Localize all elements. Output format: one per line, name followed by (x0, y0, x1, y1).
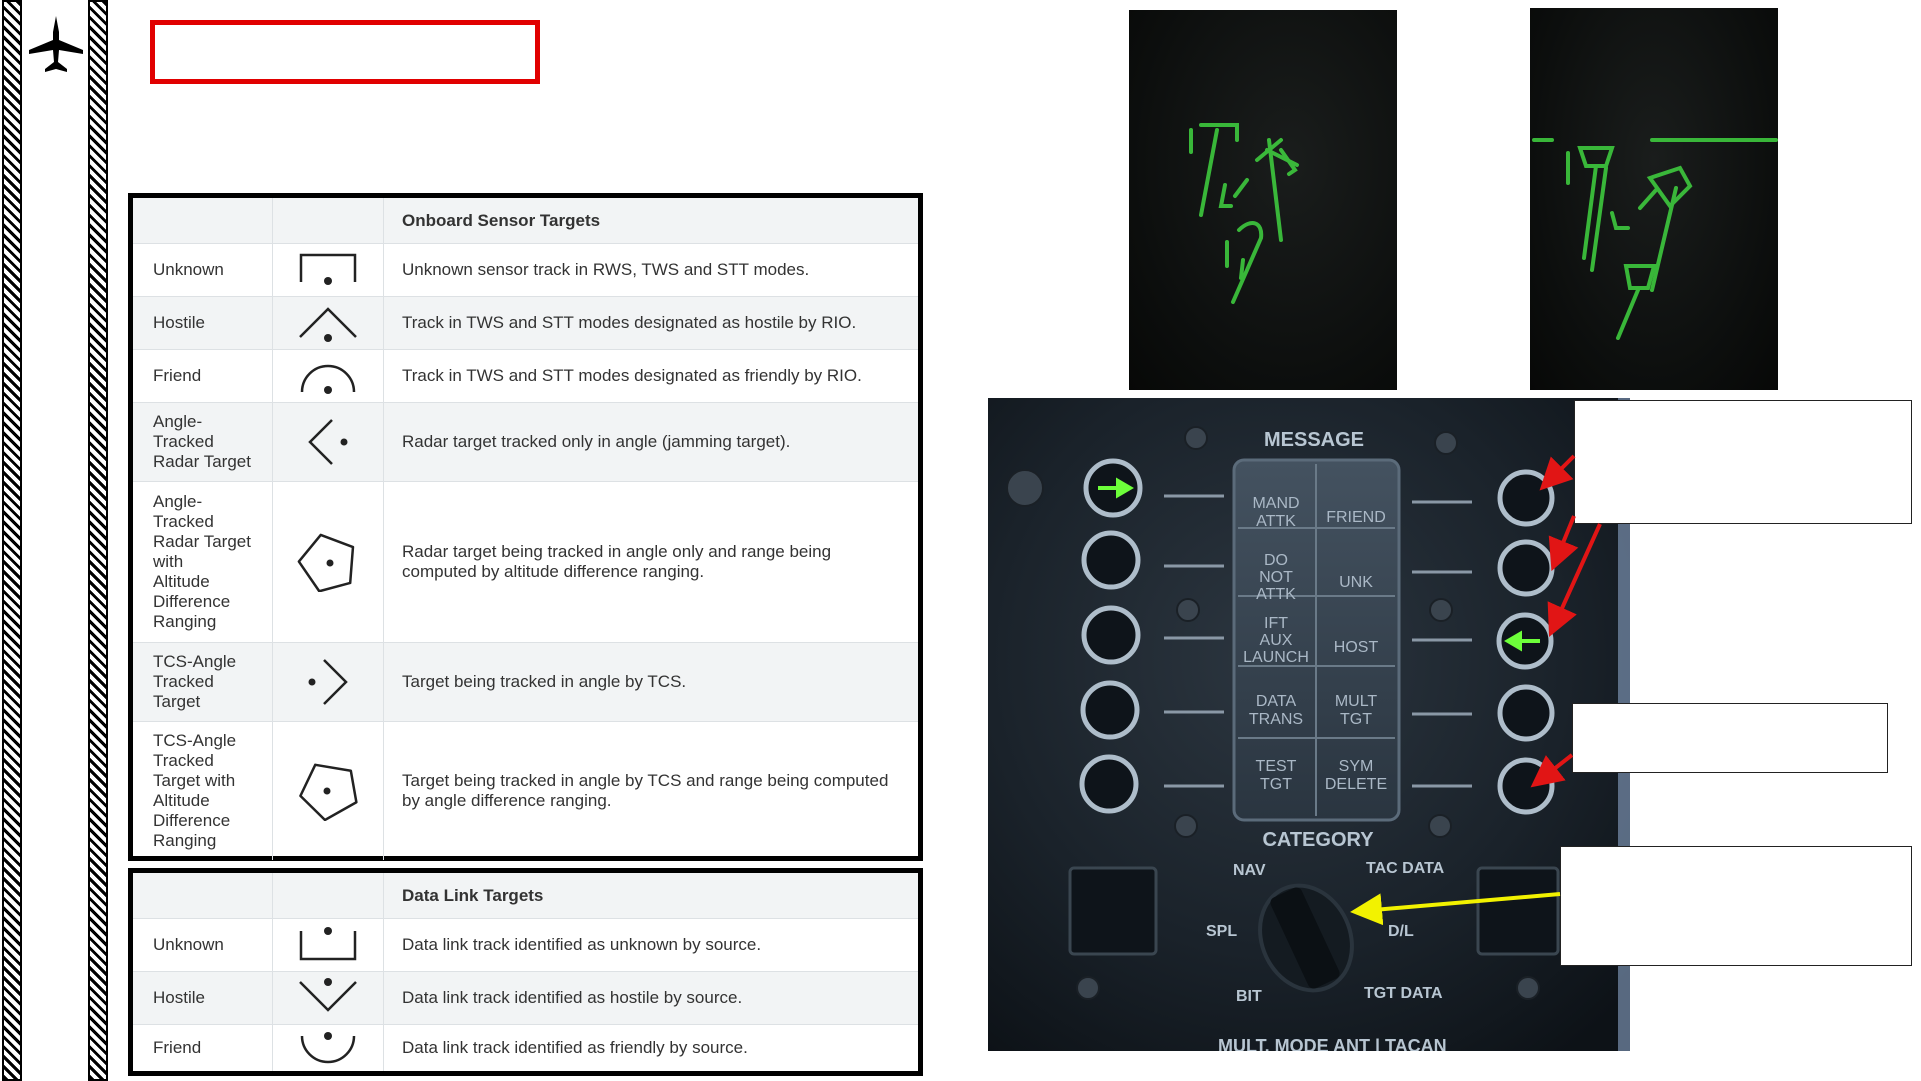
selector-tgt-data-label: TGT DATA (1364, 985, 1443, 1002)
message-label: MESSAGE (1264, 429, 1364, 451)
hud-symbology-photo-right (1530, 8, 1778, 390)
cell-host: HOST (1334, 639, 1379, 656)
table-row: Unknown Data link track identified as un… (133, 919, 918, 972)
cell-mult-tgt: MULT TGT (1335, 693, 1378, 728)
hostile-track-icon (299, 307, 357, 342)
right-button-1[interactable] (1497, 469, 1555, 527)
row-name: Unknown (133, 244, 273, 296)
hud-symbology-photo-left (1129, 10, 1397, 390)
row-name: Hostile (133, 297, 273, 349)
left-button-5[interactable] (1079, 754, 1139, 814)
right-button-2[interactable] (1497, 539, 1555, 597)
cell-mand-attk: MAND ATTK (1252, 495, 1299, 530)
row-name: TCS-Angle Tracked Target with Altitude D… (133, 722, 273, 860)
row-description: Unknown sensor track in RWS, TWS and STT… (402, 260, 810, 279)
table-header-row: Data Link Targets (133, 873, 918, 919)
datalink-friend-icon (300, 1032, 356, 1064)
row-description: Target being tracked in angle by TCS. (402, 672, 687, 691)
table-header-row: Onboard Sensor Targets (133, 198, 918, 244)
row-description: Track in TWS and STT modes designated as… (402, 313, 857, 332)
callout-box-3 (1560, 846, 1912, 966)
cell-unk: UNK (1339, 574, 1373, 591)
category-label: CATEGORY (1262, 829, 1374, 851)
selector-spl-label: SPL (1206, 923, 1237, 940)
table-row: Angle- Tracked Radar Target Radar target… (133, 403, 918, 482)
table-row: TCS-Angle Tracked Target with Altitude D… (133, 722, 918, 860)
left-button-3[interactable] (1081, 605, 1141, 665)
row-name: Angle- Tracked Radar Target with Altitud… (133, 482, 273, 642)
tcs-angle-tracked-ranging-icon (299, 763, 358, 821)
row-name: Friend (133, 1025, 273, 1071)
row-name: Unknown (133, 919, 273, 971)
selector-dl-label: D/L (1388, 923, 1414, 940)
row-description: Data link track identified as friendly b… (402, 1038, 748, 1057)
left-button-4[interactable] (1080, 680, 1140, 740)
callout-box-1 (1574, 400, 1912, 524)
datalink-unknown-icon (299, 927, 357, 961)
row-name: Hostile (133, 972, 273, 1024)
right-button-5[interactable] (1497, 757, 1555, 815)
row-name: Angle- Tracked Radar Target (133, 403, 273, 481)
message-category-panel-photo: MESSAGE CATEGORY MAND ATTK DO NOT ATTK IFT A… (988, 398, 1630, 1051)
table-row: Friend Track in TWS and STT modes design… (133, 350, 918, 403)
onboard-sensor-targets-table: Onboard Sensor Targets Unknown Unknown s… (128, 193, 923, 861)
friend-track-icon (300, 364, 356, 394)
cell-test-tgt: TEST TGT (1256, 758, 1297, 793)
left-button-2[interactable] (1081, 530, 1141, 590)
bottom-strip-label: MULT. MODE ANT | TACAN (1218, 1036, 1447, 1051)
table-header: Data Link Targets (402, 885, 544, 905)
angle-tracked-target-icon (308, 419, 348, 465)
table-row: TCS-Angle Tracked Target Target being tr… (133, 643, 918, 722)
data-link-targets-table: Data Link Targets Unknown Data link trac… (128, 868, 923, 1076)
right-hatched-border (88, 0, 108, 1081)
row-description: Radar target being tracked in angle only… (402, 542, 832, 581)
angle-tracked-altitude-ranging-icon (297, 533, 355, 592)
table-row: Angle- Tracked Radar Target with Altitud… (133, 482, 918, 643)
row-name: Friend (133, 350, 273, 402)
selector-bit-label: BIT (1236, 988, 1262, 1005)
title-placeholder-box (150, 20, 540, 84)
table-row: Hostile Track in TWS and STT modes desig… (133, 297, 918, 350)
callout-box-2 (1572, 703, 1888, 773)
selector-nav-label: NAV (1233, 862, 1266, 879)
table-row: Unknown Unknown sensor track in RWS, TWS… (133, 244, 918, 297)
row-description: Data link track identified as unknown by… (402, 935, 762, 954)
unknown-sensor-track-icon (299, 253, 357, 285)
aircraft-icon (29, 16, 83, 72)
tcs-angle-tracked-icon (308, 659, 348, 705)
row-description: Data link track identified as hostile by… (402, 988, 743, 1007)
row-description: Track in TWS and STT modes designated as… (402, 366, 862, 385)
row-description: Target being tracked in angle by TCS and… (402, 771, 889, 810)
table-row: Hostile Data link track identified as ho… (133, 972, 918, 1025)
cell-friend: FRIEND (1326, 509, 1386, 526)
table-header: Onboard Sensor Targets (402, 210, 601, 230)
row-description: Radar target tracked only in angle (jamm… (402, 432, 791, 451)
left-hatched-border (2, 0, 22, 1081)
cell-data-trans: DATA TRANS (1249, 693, 1303, 728)
right-button-4[interactable] (1497, 684, 1555, 742)
table-row: Friend Data link track identified as fri… (133, 1025, 918, 1071)
selector-tac-data-label: TAC DATA (1366, 860, 1445, 877)
row-name: TCS-Angle Tracked Target (133, 643, 273, 721)
